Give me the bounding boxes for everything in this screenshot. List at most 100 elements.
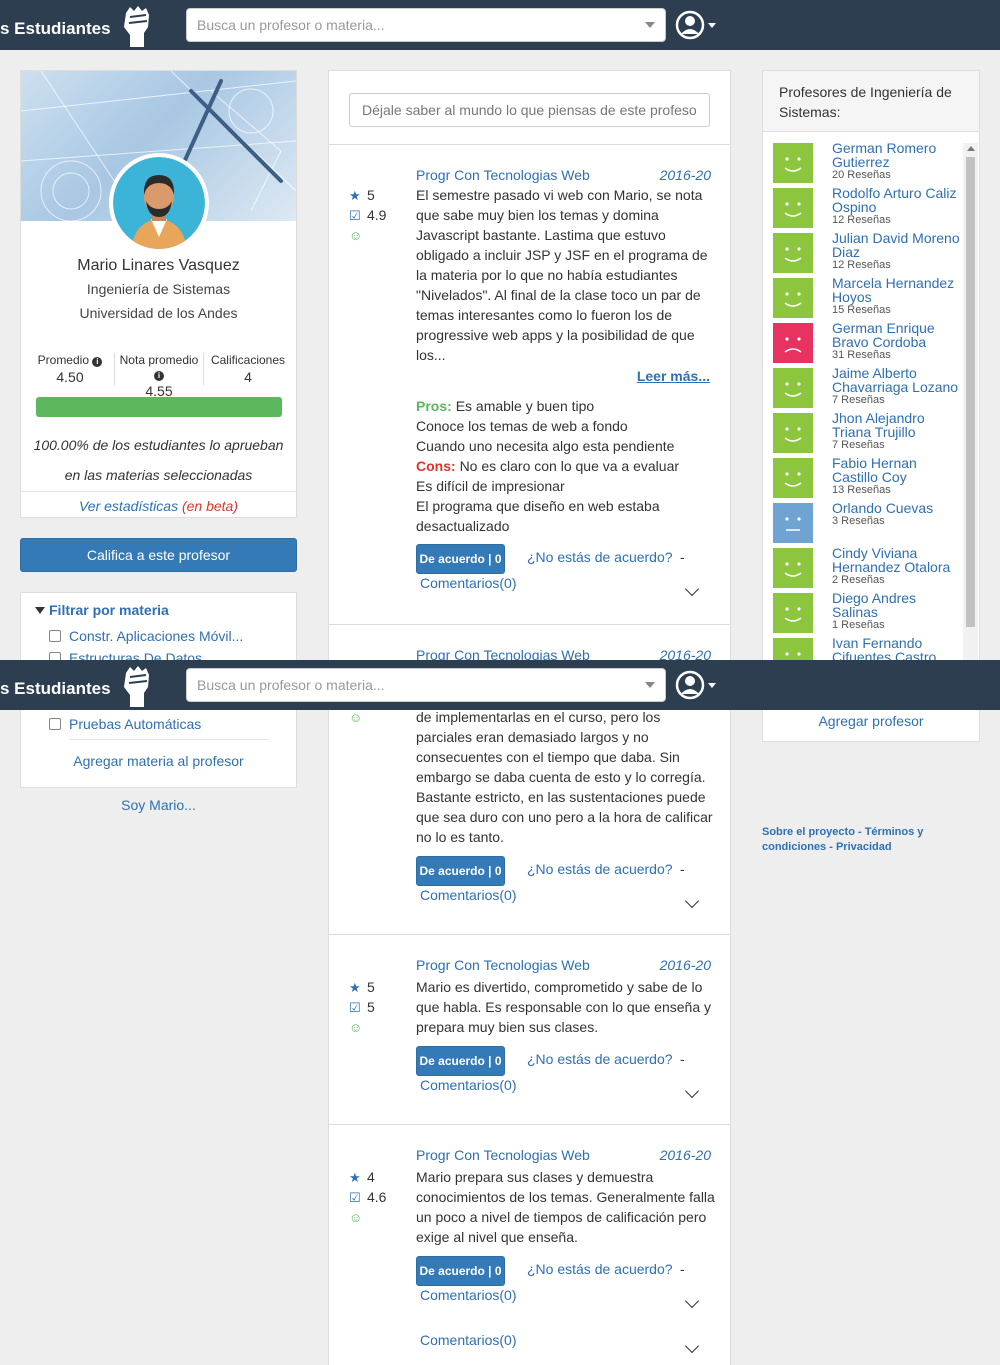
- professor-list-item[interactable]: German Enrique Bravo Cordoba 31 Reseñas: [773, 321, 963, 365]
- scroll-up-arrow-icon[interactable]: [967, 146, 975, 151]
- disagree-link[interactable]: ¿No estás de acuerdo?: [527, 1051, 673, 1067]
- brand-title[interactable]: s Estudiantes: [0, 19, 111, 39]
- review-course[interactable]: Progr Con Tecnologias Web: [416, 167, 590, 183]
- filter-item[interactable]: Constr. Aplicaciones Móvil...: [49, 628, 243, 644]
- search-input[interactable]: [187, 669, 627, 701]
- professor-name-link[interactable]: Orlando Cuevas: [832, 501, 963, 515]
- info-icon[interactable]: i: [92, 357, 103, 367]
- professor-name-link[interactable]: Ivan Fernando Cifuentes Castro: [832, 636, 963, 663]
- review-course[interactable]: Progr Con Tecnologias Web: [416, 1147, 590, 1163]
- add-professor-link[interactable]: Agregar profesor: [763, 713, 979, 729]
- chevron-down-icon[interactable]: [684, 1293, 700, 1309]
- professor-name-link[interactable]: Diego Andres Salinas: [832, 591, 963, 619]
- rate-professor-button[interactable]: Califica a este profesor: [20, 538, 297, 572]
- scroll-thumb[interactable]: [966, 157, 975, 627]
- approval-progress-bar: [36, 397, 282, 417]
- sad-face-icon: [773, 323, 813, 363]
- pros-item: Conoce los temas de web a fondo: [416, 418, 628, 434]
- review-scores: ★ 5 ☑ 5 ☺: [349, 977, 399, 1037]
- professor-name-link[interactable]: Jaime Alberto Chavarriaga Lozano: [832, 366, 963, 394]
- chevron-down-icon[interactable]: [684, 1338, 700, 1354]
- professor-name-link[interactable]: Cindy Viviana Hernandez Otalora: [832, 546, 963, 574]
- professor-list-item[interactable]: Julian David Moreno Diaz 12 Reseñas: [773, 231, 963, 275]
- reviews-feed: Progr Con Tecnologias Web 2016-20 ★ 5 ☑ 4.…: [328, 70, 731, 1365]
- chevron-down-icon[interactable]: [684, 893, 700, 909]
- agree-button[interactable]: De acuerdo | 0: [416, 1046, 505, 1076]
- scrollbar[interactable]: [963, 143, 978, 663]
- professor-list-item[interactable]: Jaime Alberto Chavarriaga Lozano 7 Reseña…: [773, 366, 963, 410]
- professor-name-link[interactable]: German Enrique Bravo Cordoba: [832, 321, 963, 349]
- professor-list-item[interactable]: Rodolfo Arturo Caliz Ospino 12 Reseñas: [773, 186, 963, 230]
- dropdown-caret-icon[interactable]: [645, 22, 655, 28]
- review-count: 7 Reseñas: [832, 394, 885, 406]
- raised-fist-logo-icon[interactable]: [118, 663, 154, 707]
- professor-department: Ingeniería de Sistemas: [86, 281, 231, 297]
- professor-list-item[interactable]: Cindy Viviana Hernandez Otalora 2 Reseñas: [773, 546, 963, 590]
- comments-link[interactable]: Comentarios(0): [420, 1077, 516, 1093]
- review-count: 13 Reseñas: [832, 484, 891, 496]
- professor-name-link[interactable]: Fabio Hernan Castillo Coy: [832, 456, 963, 484]
- agree-button[interactable]: De acuerdo | 0: [416, 1256, 505, 1286]
- professor-list[interactable]: German Romero Gutierrez 20 Reseñas Rodolfo…: [763, 143, 963, 663]
- professor-list-item[interactable]: Orlando Cuevas 3 Reseñas: [773, 501, 963, 545]
- about-link[interactable]: Sobre el proyecto: [762, 826, 855, 838]
- chevron-down-icon[interactable]: [684, 1083, 700, 1099]
- cons-label: Cons:: [416, 458, 456, 474]
- professor-list-item[interactable]: Marcela Hernandez Hoyos 15 Reseñas: [773, 276, 963, 320]
- comments-link[interactable]: Comentarios(0): [420, 1332, 516, 1348]
- comments-link[interactable]: Comentarios(0): [420, 575, 516, 591]
- review-count: 7 Reseñas: [832, 439, 885, 451]
- checkbox[interactable]: [49, 630, 61, 642]
- agree-button[interactable]: De acuerdo | 0: [416, 856, 505, 886]
- comments-link[interactable]: Comentarios(0): [420, 887, 516, 903]
- professor-list-item[interactable]: German Romero Gutierrez 20 Reseñas: [773, 143, 963, 185]
- review-term: 2016-20: [659, 167, 711, 183]
- dropdown-caret-icon[interactable]: [645, 682, 655, 688]
- raised-fist-logo-icon[interactable]: [118, 3, 154, 47]
- brand-title[interactable]: s Estudiantes: [0, 679, 111, 699]
- professor-name-link[interactable]: German Romero Gutierrez: [832, 143, 963, 169]
- user-account-icon[interactable]: [675, 10, 717, 40]
- review-count: 12 Reseñas: [832, 214, 891, 226]
- statistics-link[interactable]: Ver estadísticas: [79, 498, 178, 514]
- filter-item[interactable]: Pruebas Automáticas: [49, 716, 201, 732]
- professor-list-item[interactable]: Jhon Alejandro Triana Trujillo 7 Reseñas: [773, 411, 963, 455]
- happy-face-icon: [773, 548, 813, 588]
- review-card: Progr Con Tecnologias Web 2016-20 ★ 5 ☑ 4.…: [329, 144, 730, 624]
- search-box[interactable]: [186, 668, 666, 702]
- professor-name-link[interactable]: Julian David Moreno Diaz: [832, 231, 963, 259]
- stat-calificaciones: Calificaciones 4: [204, 353, 292, 385]
- disagree-link[interactable]: ¿No estás de acuerdo?: [527, 1261, 673, 1277]
- claim-profile-link[interactable]: Soy Mario...: [20, 797, 297, 813]
- review-card: Progr Con Tecnologias Web 2016-20 ★ 5 ☑ 5 …: [329, 934, 730, 1124]
- professor-name-link[interactable]: Marcela Hernandez Hoyos: [832, 276, 963, 304]
- user-account-icon[interactable]: [675, 670, 717, 700]
- review-count: 2 Reseñas: [832, 574, 885, 586]
- review-text: Mario es divertido, comprometido y sabe …: [416, 979, 711, 1035]
- search-input[interactable]: [187, 9, 627, 41]
- disagree-link[interactable]: ¿No estás de acuerdo?: [527, 549, 673, 565]
- search-box[interactable]: [186, 8, 666, 42]
- add-subject-link[interactable]: Agregar materia al profesor: [21, 753, 296, 769]
- professor-name-link[interactable]: Jhon Alejandro Triana Trujillo: [832, 411, 963, 439]
- professor-list-item[interactable]: Diego Andres Salinas 1 Reseñas: [773, 591, 963, 635]
- privacy-link[interactable]: Privacidad: [836, 841, 892, 853]
- review-rating: 4: [367, 1169, 375, 1185]
- disagree-link[interactable]: ¿No estás de acuerdo?: [527, 861, 673, 877]
- read-more-link[interactable]: Leer más...: [637, 368, 710, 384]
- professor-name-link[interactable]: Rodolfo Arturo Caliz Ospino: [832, 186, 963, 214]
- filter-toggle[interactable]: Filtrar por materia: [35, 602, 169, 618]
- review-course[interactable]: Progr Con Tecnologias Web: [416, 957, 590, 973]
- info-icon[interactable]: i: [154, 371, 164, 381]
- professor-profile-card: Mario Linares Vasquez Ingeniería de Sist…: [20, 70, 297, 518]
- chevron-down-icon[interactable]: [684, 581, 700, 597]
- statistics-link-row[interactable]: Ver estadísticas (en beta): [21, 491, 296, 518]
- comments-link[interactable]: Comentarios(0): [420, 1287, 516, 1303]
- review-term: 2016-20: [659, 1147, 711, 1163]
- professor-list-item[interactable]: Fabio Hernan Castillo Coy 13 Reseñas: [773, 456, 963, 500]
- checkbox[interactable]: [49, 718, 61, 730]
- agree-button[interactable]: De acuerdo | 0: [416, 544, 505, 574]
- review-card: Progr Con Tecnologias Web 2016-20 ★ 4 ☑ 4.…: [329, 1124, 730, 1365]
- pros-item: Cuando uno necesita algo esta pendiente: [416, 438, 675, 454]
- comment-input[interactable]: [349, 93, 710, 127]
